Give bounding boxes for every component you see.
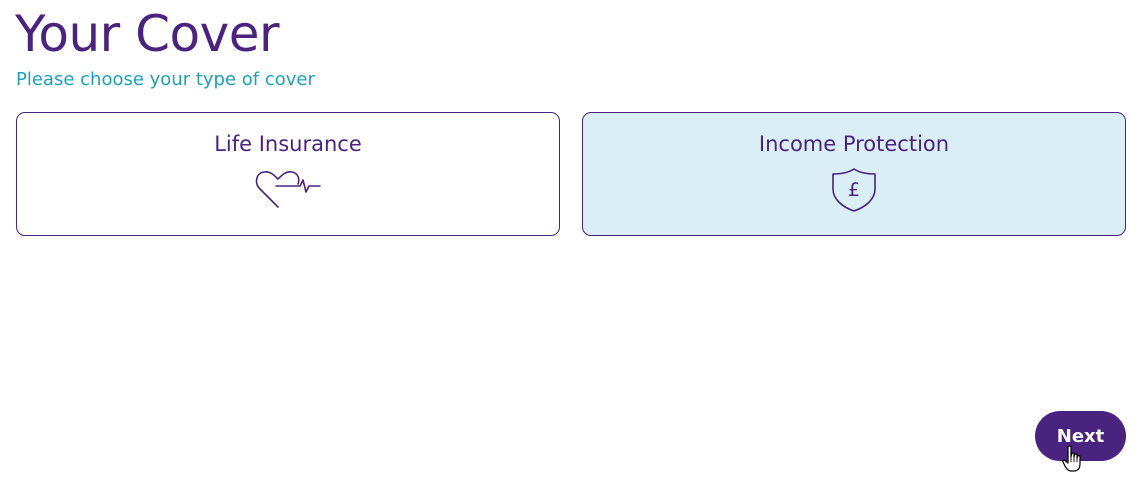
option-label-life-insurance: Life Insurance (214, 132, 362, 156)
svg-text:£: £ (848, 179, 860, 201)
option-card-income-protection[interactable]: Income Protection £ (582, 112, 1126, 236)
page-title: Your Cover (15, 5, 280, 63)
option-label-income-protection: Income Protection (758, 132, 950, 156)
heart-pulse-icon (17, 167, 559, 211)
shield-pound-icon: £ (583, 167, 1125, 212)
page-subtitle: Please choose your type of cover (16, 69, 315, 90)
cover-selection-page: Your Cover Please choose your type of co… (0, 0, 1142, 487)
next-button[interactable]: Next (1035, 411, 1126, 461)
option-card-life-insurance[interactable]: Life Insurance (16, 112, 560, 236)
